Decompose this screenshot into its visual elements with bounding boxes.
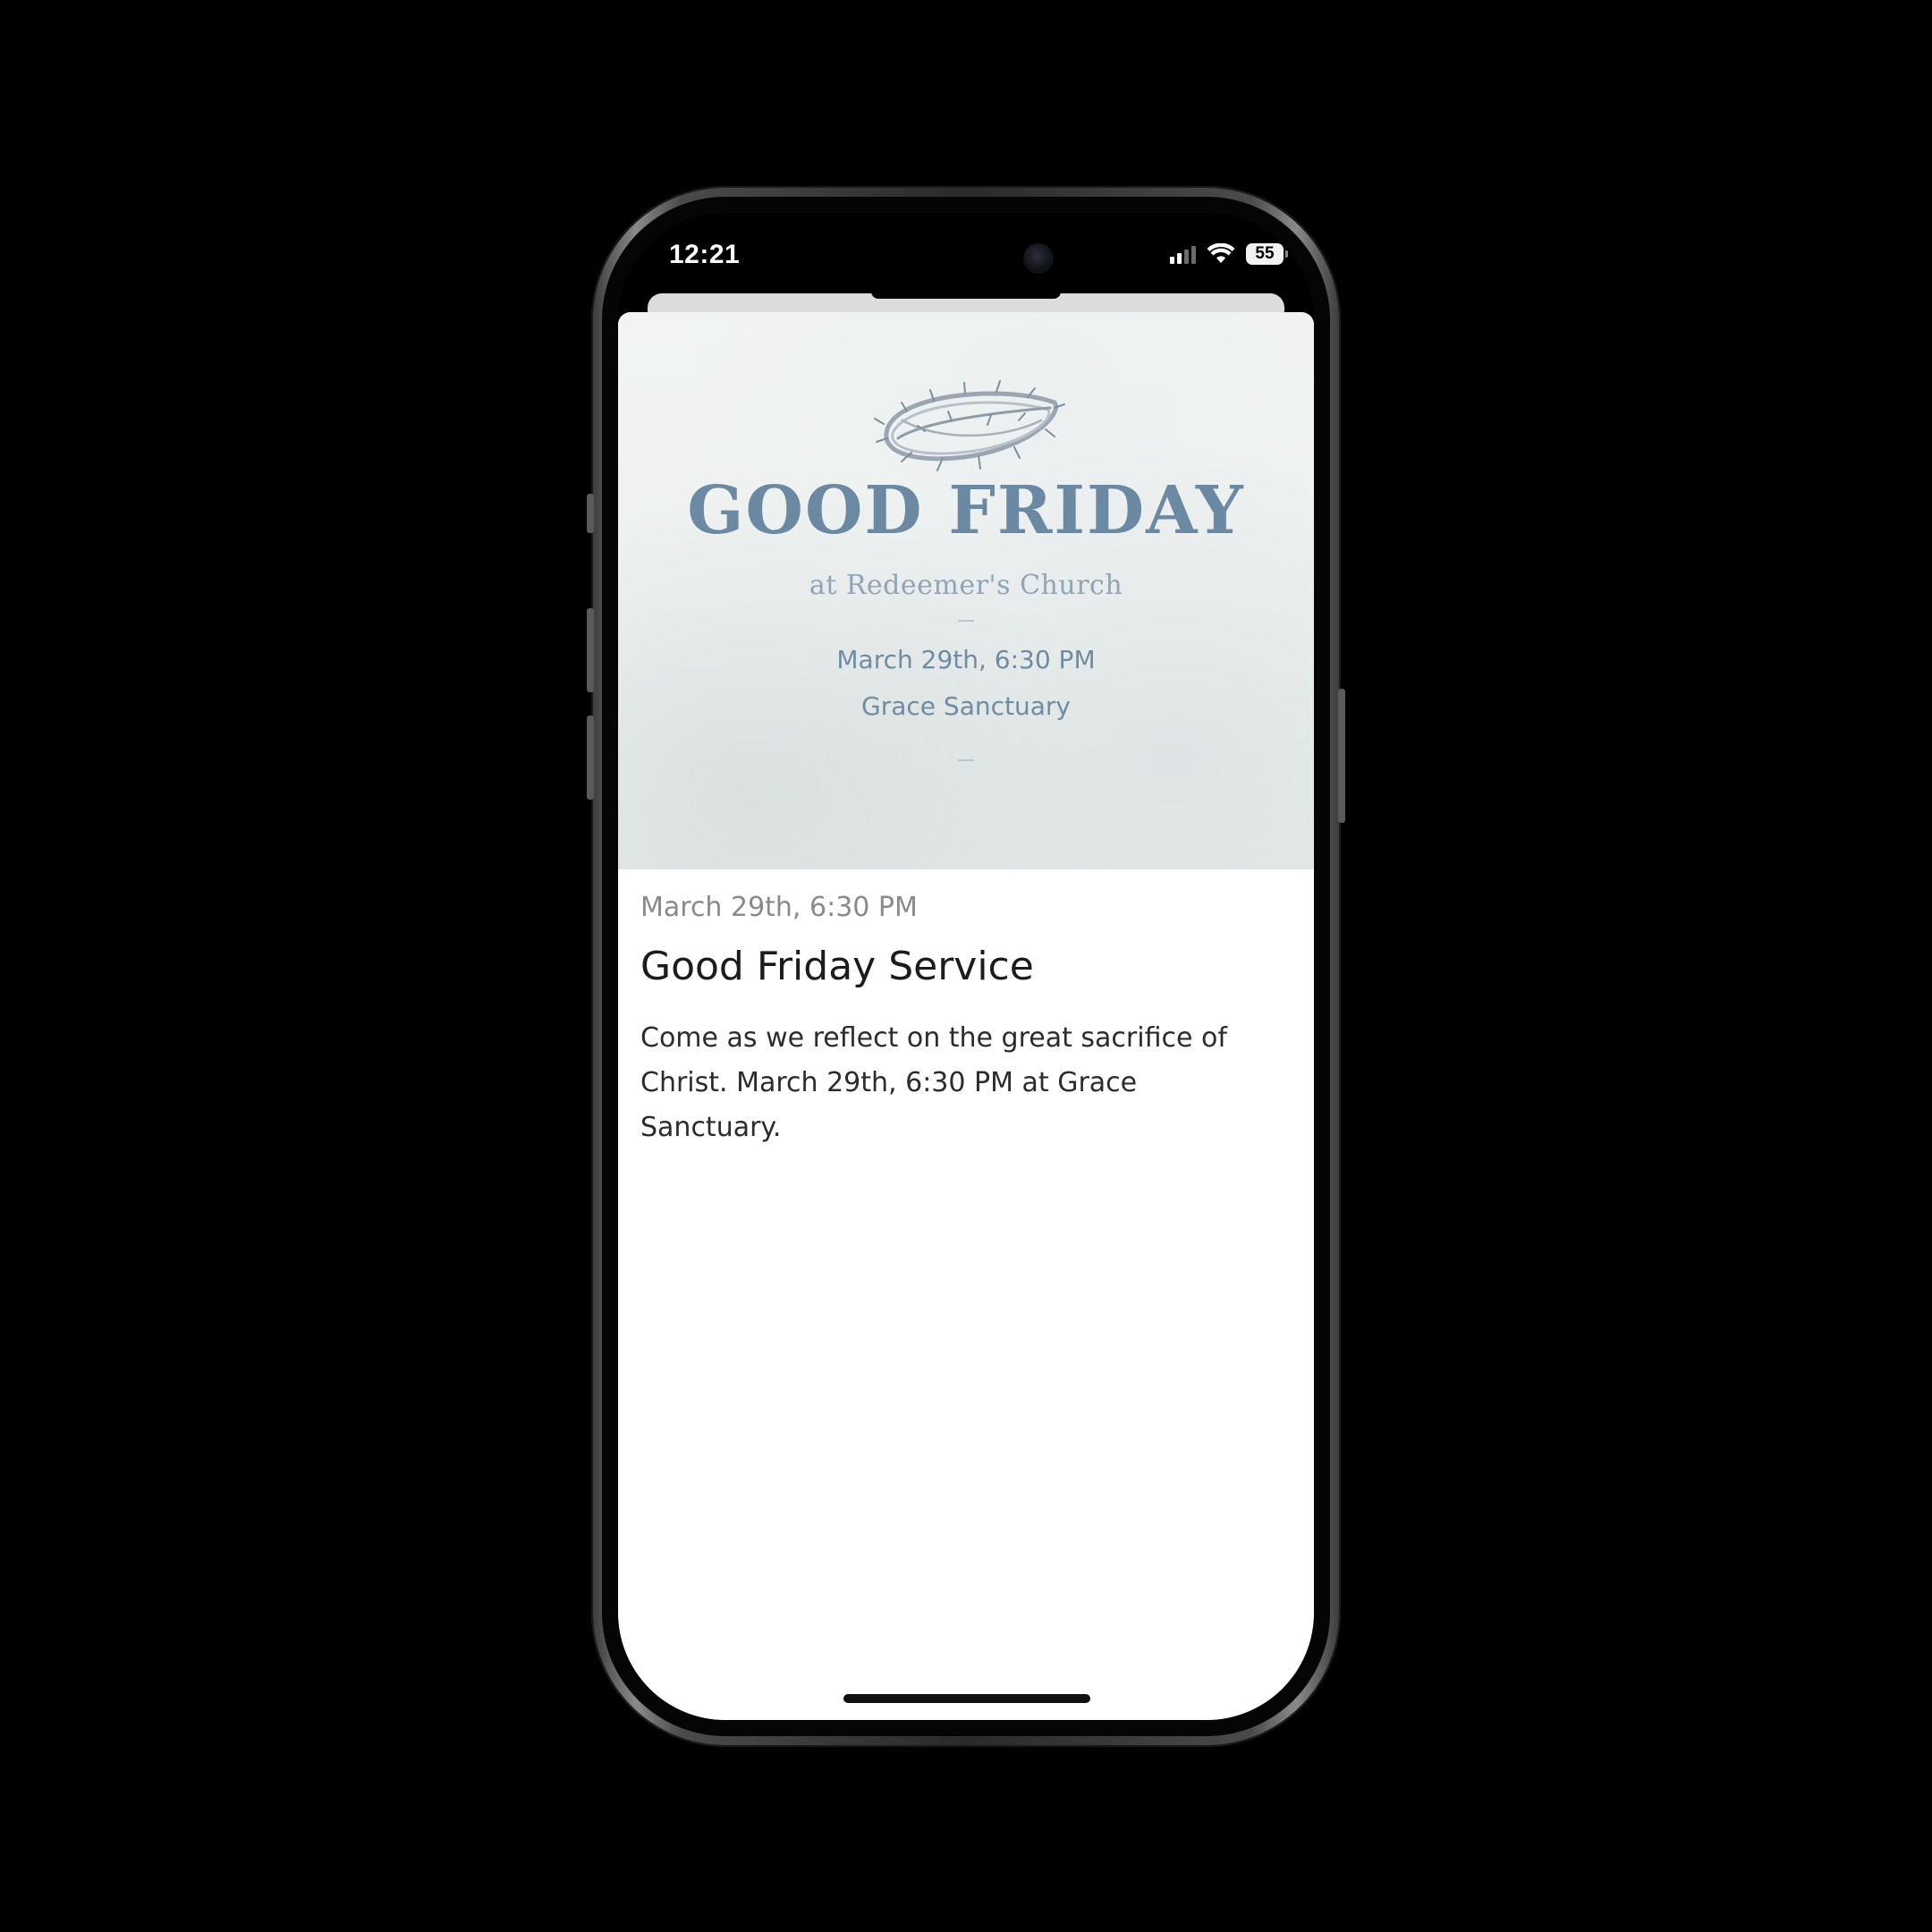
- banner-divider: [958, 620, 974, 622]
- power-button: [1338, 689, 1345, 823]
- event-detail-sheet[interactable]: GOOD FRIDAY at Redeemer's Church March 2…: [618, 312, 1314, 1720]
- sheet-notch: [871, 292, 1061, 299]
- status-icons: 55: [1170, 240, 1288, 268]
- banner-date: March 29th, 6:30 PM: [836, 645, 1096, 674]
- volume-down-button: [587, 716, 594, 800]
- battery-level: 55: [1255, 244, 1275, 263]
- banner-divider: [958, 759, 974, 761]
- volume-up-button: [587, 608, 594, 692]
- banner-title: GOOD FRIDAY: [687, 472, 1245, 549]
- wifi-icon: [1207, 243, 1235, 263]
- banner-venue: Grace Sanctuary: [861, 691, 1071, 721]
- action-button: [587, 494, 594, 533]
- event-date: March 29th, 6:30 PM: [640, 892, 918, 923]
- status-time: 12:21: [669, 240, 741, 269]
- device-stage: 12:21 55 GOOD FRIDAY at Redeemer's Churc…: [0, 0, 1932, 1932]
- battery-icon: 55: [1246, 243, 1288, 265]
- event-banner-image: GOOD FRIDAY at Redeemer's Church March 2…: [618, 312, 1314, 869]
- banner-subtitle: at Redeemer's Church: [809, 570, 1123, 601]
- event-title: Good Friday Service: [640, 944, 1034, 989]
- phone-screen: 12:21 55 GOOD FRIDAY at Redeemer's Churc…: [618, 213, 1314, 1720]
- crown-of-thorns-icon: [874, 380, 1065, 471]
- front-camera-icon: [1023, 243, 1054, 274]
- home-indicator[interactable]: [843, 1694, 1090, 1703]
- event-description: Come as we reflect on the great sacrific…: [640, 1022, 1227, 1143]
- signal-icon: [1170, 244, 1196, 264]
